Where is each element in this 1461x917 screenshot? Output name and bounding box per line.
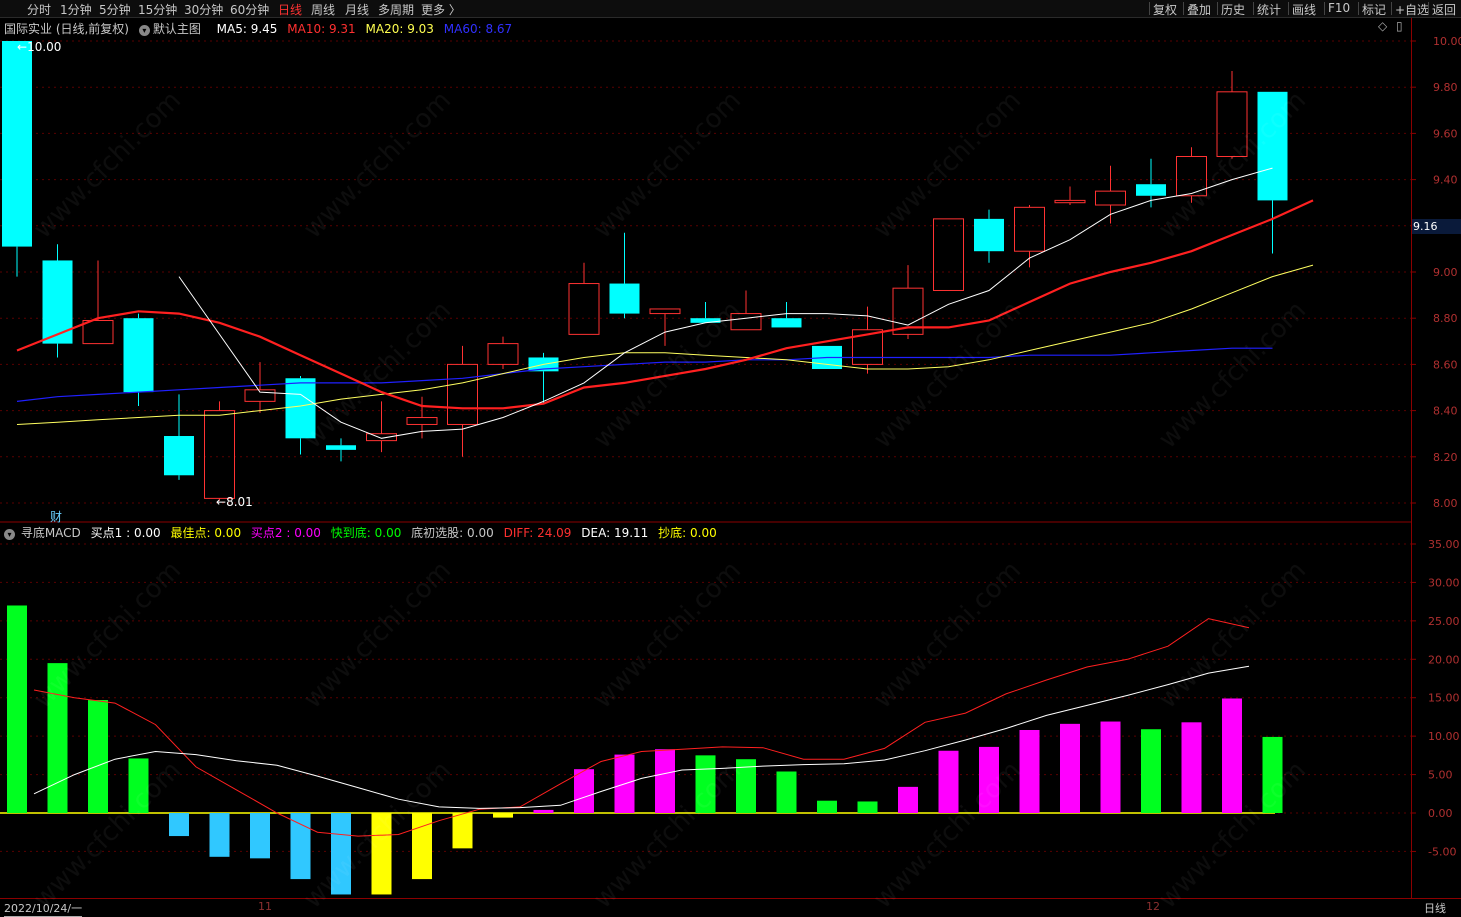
macd-bar (1100, 721, 1121, 813)
candle-body-down (123, 318, 154, 393)
candle-body-down (974, 218, 1004, 252)
time-axis: 2022/10/24/一 11 12 日线 (0, 898, 1461, 917)
macd-bar (898, 786, 918, 813)
high-value: 10.00 (27, 40, 62, 54)
low-marker: ←8.01 (216, 495, 253, 509)
candle-body-up (447, 363, 478, 425)
macd-bar (412, 813, 432, 880)
current-price-tag: 9.16 (1412, 219, 1461, 234)
macd-tick-label: 10.00 (1428, 730, 1460, 743)
price-tick-label: 9.40 (1433, 174, 1458, 187)
macd-tick-label: 35.00 (1428, 538, 1460, 551)
price-tick-label: 9.00 (1433, 266, 1458, 279)
macd-bar (533, 809, 554, 813)
price-tick-label: 8.60 (1433, 358, 1458, 371)
diamond-icon[interactable]: ◇ (1378, 19, 1387, 33)
macd-bar (169, 813, 189, 837)
price-tick-label: 8.20 (1433, 451, 1458, 464)
candle-body-up (1095, 190, 1126, 206)
candle-body-up (487, 343, 519, 365)
macd-tick-label: 5.00 (1428, 769, 1453, 782)
candle-body-up (204, 410, 235, 499)
price-tick-label: 9.60 (1433, 127, 1458, 140)
macd-tick-label: 15.00 (1428, 692, 1460, 705)
candle-body-up (568, 283, 600, 335)
price-tick-label: 10.00 (1433, 35, 1461, 48)
candle-body-up (649, 308, 681, 315)
candle-body-up (406, 417, 438, 425)
right-axis-line (1411, 18, 1412, 910)
price-tick-label: 8.00 (1433, 497, 1458, 510)
macd-bar (817, 800, 837, 813)
candle-body-down (164, 436, 194, 476)
macd-bar (1060, 723, 1080, 813)
finance-marker[interactable]: 财 (50, 508, 62, 525)
price-tick-label: 9.80 (1433, 81, 1458, 94)
macd-bar (1141, 729, 1161, 813)
macd-tick-label: 20.00 (1428, 653, 1460, 666)
candle-body-up (1014, 206, 1045, 252)
candle-body-up (82, 320, 114, 345)
window-menu-icon[interactable]: ▯ (1396, 19, 1403, 33)
macd-bar (452, 813, 473, 849)
macd-bar (290, 813, 311, 880)
macd-tick-label: 0.00 (1428, 807, 1453, 820)
macd-bar (1181, 722, 1202, 813)
month-11-label: 11 (258, 900, 272, 913)
candle-body-up (366, 433, 397, 442)
candle-body-down (1136, 184, 1166, 196)
macd-bar (857, 801, 878, 813)
macd-tick-label: -5.00 (1428, 845, 1456, 858)
macd-bar (938, 750, 959, 813)
macd-bar (88, 700, 108, 813)
candle-body-down (609, 283, 640, 314)
macd-bar (776, 771, 797, 813)
macd-tick-label: 30.00 (1428, 576, 1460, 589)
macd-bar (250, 813, 270, 859)
macd-bar (655, 749, 675, 813)
macd-bar (1222, 698, 1242, 813)
candle-body-up (1054, 199, 1086, 204)
macd-bar (574, 769, 594, 813)
period-label[interactable]: 日线 (1424, 900, 1446, 916)
price-tick-label: 8.40 (1433, 405, 1458, 418)
macd-bar (7, 605, 27, 813)
candle-body-down (326, 445, 356, 450)
high-marker: ←10.00 (17, 40, 62, 54)
candle-body-down (2, 41, 32, 247)
month-12-label: 12 (1146, 900, 1160, 913)
macd-bar (493, 813, 513, 818)
low-value: 8.01 (226, 495, 253, 509)
price-tick-label: 8.80 (1433, 312, 1458, 325)
macd-tick-label: 25.00 (1428, 615, 1460, 628)
candle-body-up (933, 218, 964, 291)
candle-body-down (771, 318, 802, 328)
macd-bar (209, 813, 230, 857)
